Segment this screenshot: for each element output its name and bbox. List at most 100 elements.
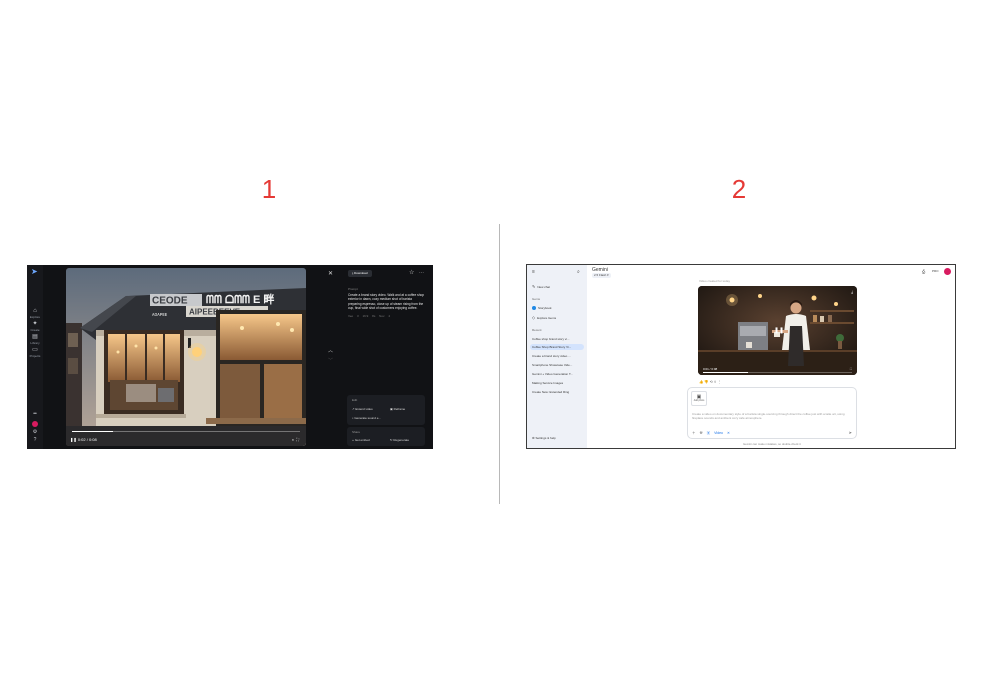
coffee-shop-exterior-image: CEODE ᗰᗰ ᗝᗰᗰ E 畔 AIPEEBEEVE ᴀᴏᴀᴘᴇᴇ [66,268,306,446]
download-label: Download [354,271,368,275]
video-progress-bar[interactable] [703,372,852,373]
response-actions: 👍👎⟲⇪⋮ [699,380,722,384]
recent-chat-item[interactable]: Create New: Extended Ring [530,389,584,395]
more-options-icon[interactable]: •• [31,411,39,419]
action-label: Regenerate [393,438,410,442]
panel-number-2: 2 [731,174,747,204]
nav-projects[interactable]: ▭ Projects [29,347,41,358]
gemini-chat-screenshot: ≡ ⌕ ✎ New chat Gems Storybook ◇ Explore Ge… [526,264,956,449]
sign-text: ᗰᗰ ᗝᗰᗰ E 畔 [206,292,274,306]
generate-sound-button[interactable]: ♪ Generate sound e... [352,416,381,420]
nav-library[interactable]: ▤ Library [29,334,41,345]
avatar[interactable] [32,421,38,427]
reframe-button[interactable]: ▣ Reframe [390,407,405,411]
add-icon[interactable]: ＋ [692,431,696,435]
settings-label: Settings & help [535,436,556,440]
model-selector[interactable]: 2.5 Flash ▾ [592,273,611,278]
video-app-screenshot: ➤ ⌂ Explore ✦ Create ▤ Library ▭ Project… [27,265,433,449]
chat-status-text: Video created for today [699,279,730,283]
settings-help-button[interactable]: ⚙ Settings & help [532,436,556,440]
fullscreen-icon[interactable]: ⛶ [850,367,852,371]
video-player[interactable]: CEODE ᗰᗰ ᗝᗰᗰ E 畔 AIPEEBEEVE ᴀᴏᴀᴘᴇᴇ ❚❚ 0:… [66,268,306,446]
recent-chat-item[interactable]: Coffee shop brand story vi... [530,336,584,342]
more-vert-icon[interactable]: ⋯ [419,270,424,277]
input-toolbar: ＋ ⚒ ▣ Video ✕ [692,431,730,436]
recent-chat-item[interactable]: Gemini + Video Generation T... [530,371,584,377]
menu-icon[interactable]: ≡ [532,269,535,275]
panel-number-1: 1 [261,174,277,204]
generated-video-player[interactable]: ⤓ ❚❚ 0:01 / 0:08 ⛶ [698,286,857,375]
edit-card: Edit ↗ Extend video ▣ Reframe ♪ Generate… [347,395,425,425]
edit-icon: ✎ [532,284,536,289]
action-label: Get embed [354,438,370,442]
library-icon: ▤ [32,334,38,340]
prompt-input-text[interactable]: Create a video on documentary style of a… [692,412,854,420]
chevron-down-icon[interactable]: ﹀ [328,357,333,364]
video-controls-right: ◖⛶ [292,437,301,442]
nav-label: Explore [29,315,41,319]
search-icon[interactable]: ⌕ [577,269,580,275]
video-meta: Veo 3 16:9 8s Nov 4 [348,314,391,318]
fullscreen-icon[interactable]: ⛶ [296,437,301,442]
tools-icon[interactable]: ⚒ [699,431,702,435]
video-controls-left: ❚❚ 0:02 / 0:08 [70,437,97,442]
help-icon[interactable]: ? [31,437,39,445]
share-card-title: Share [352,430,361,434]
app-logo-icon[interactable]: ➤ [31,268,39,276]
new-chat-label: New chat [537,285,550,289]
pause-icon[interactable]: ❚❚ [774,327,784,334]
sign-text: CEODE [152,296,188,307]
video-chip-label: Video [714,431,723,435]
get-embed-button[interactable]: ‹› Get embed [352,438,370,442]
chat-icon[interactable]: ⎙ [922,269,925,274]
action-label: Extend video [355,407,373,411]
nav-create[interactable]: ✦ Create [29,321,41,332]
attachment-thumbnail[interactable]: ▣ Add photo [691,391,707,406]
close-icon[interactable]: ✕ [328,270,333,277]
pause-icon[interactable]: ❚❚ [70,437,77,442]
explore-gems-button[interactable]: ◇ Explore Gems [532,315,556,320]
video-progress-bar[interactable] [72,431,300,432]
action-label: Generate sound e... [354,416,381,420]
more-vert-icon[interactable]: ⋮ [718,380,723,384]
prompt-text: Create a brand story video. Walk and at … [348,293,425,310]
download-icon[interactable]: ⤓ [851,289,853,294]
details-panel: ⤓ Download ☆ ⋯ Prompt Create a brand sto… [340,265,433,449]
regenerate-button[interactable]: ↻ Regenerate [390,438,409,442]
video-timestamp: 0:01 / 0:08 [703,367,718,371]
settings-icon[interactable]: ⚙ [31,429,39,437]
gem-icon [532,306,536,311]
gem-outline-icon: ◇ [532,315,536,320]
video-timestamp: 0:02 / 0:08 [77,437,97,442]
sidebar-item-gem[interactable]: Storybook [532,306,552,311]
nav-label: Create [30,328,40,332]
attachment-label: Add photo [693,400,705,402]
left-rail: ➤ ⌂ Explore ✦ Create ▤ Library ▭ Project… [27,265,43,449]
chevron-up-icon[interactable]: ︿ [328,347,333,354]
send-icon[interactable]: ➤ [849,430,852,435]
disclaimer-text: Gemini can make mistakes, so double-chec… [743,442,801,446]
folder-icon: ▭ [32,347,38,353]
recent-section-label: Recent [532,328,542,332]
gem-label: Storybook [538,306,552,310]
new-chat-button[interactable]: ✎ New chat [532,284,550,289]
create-icon: ✦ [32,321,38,327]
video-chip[interactable]: ▣ Video ✕ [707,431,730,435]
home-icon: ⌂ [33,308,37,314]
explore-gems-label: Explore Gems [537,316,557,320]
recent-chat-item[interactable]: Create a brand story video ... [530,353,584,359]
recent-chat-item[interactable]: Making Service Images [530,380,584,386]
star-icon[interactable]: ☆ [409,270,414,277]
prompt-input-box[interactable]: ▣ Add photo Create a video on documentar… [687,387,857,439]
panel-divider [499,224,500,504]
pro-badge[interactable]: PRO [932,269,939,273]
avatar[interactable] [944,268,951,275]
sign-text: ᴀᴏᴀᴘᴇᴇ [152,312,168,318]
extend-video-button[interactable]: ↗ Extend video [352,407,373,411]
recent-chat-item[interactable]: Smartphone Showcase Vide... [530,362,584,368]
nav-label: Library [30,341,40,345]
recent-chat-item-active[interactable]: Coffee Shop Brand Story Vi... [530,344,584,350]
gear-icon: ⚙ [532,436,535,440]
nav-explore[interactable]: ⌂ Explore [29,308,41,319]
download-button[interactable]: ⤓ Download [348,270,372,277]
